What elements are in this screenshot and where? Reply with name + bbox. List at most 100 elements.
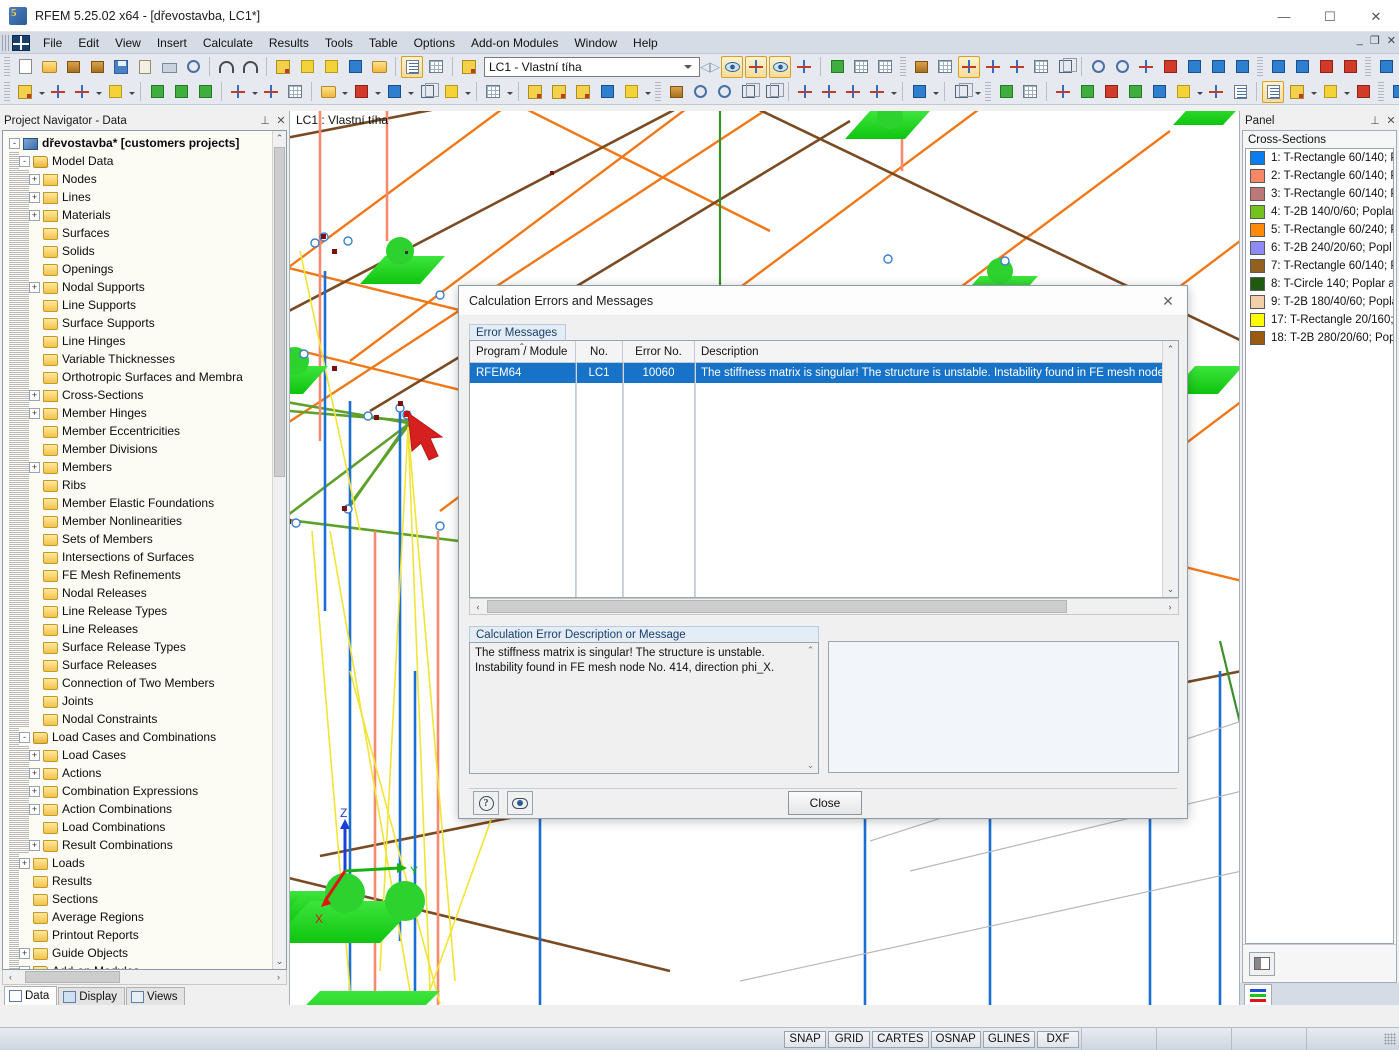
tree-item-actions[interactable]: + Actions [9, 764, 286, 782]
info-button[interactable] [1183, 56, 1205, 78]
tree-expander[interactable]: + [29, 785, 40, 797]
view-in-y-button[interactable] [818, 81, 840, 103]
tree-item-result-combinations[interactable]: + Result Combinations [9, 836, 286, 854]
error-description-box[interactable]: The stiffness matrix is singular! The st… [469, 642, 819, 774]
tree-item-load-combinations[interactable]: Load Combinations [9, 818, 286, 836]
tree-item-line-supports[interactable]: Line Supports [9, 296, 286, 314]
result-section-button[interactable] [1148, 81, 1170, 103]
tree-item-solids[interactable]: Solids [9, 242, 286, 260]
window-tile-button[interactable] [1388, 81, 1399, 103]
surface-load-button[interactable] [596, 81, 618, 103]
load-view-2-button[interactable] [1291, 56, 1313, 78]
cross-section-item[interactable]: 4: T-2B 140/0/60; Poplar [1246, 203, 1393, 221]
extrude-dropdown[interactable] [463, 81, 472, 103]
settings-button[interactable] [1207, 56, 1229, 78]
tree-item-surface-supports[interactable]: Surface Supports [9, 314, 286, 332]
ucs-button[interactable] [950, 81, 973, 103]
annotation-button[interactable] [260, 81, 282, 103]
tree-item-surface-releases[interactable]: Surface Releases [9, 656, 286, 674]
status-toggle-cartes[interactable]: CARTES [872, 1030, 929, 1048]
new-node-button[interactable] [14, 81, 36, 103]
tree-item-openings[interactable]: Openings [9, 260, 286, 278]
hscroll-left-button[interactable]: ‹ [3, 970, 18, 984]
view-in-x-button[interactable] [794, 81, 816, 103]
panel-pin-button[interactable]: ⊥ [1367, 114, 1383, 127]
minimize-button[interactable]: — [1261, 0, 1307, 32]
tree-item-member-elastic-foundations[interactable]: Member Elastic Foundations [9, 494, 286, 512]
new-solid-dropdown[interactable] [406, 81, 415, 103]
cross-section-item[interactable]: 2: T-Rectangle 60/140; P [1246, 167, 1393, 185]
color-scale-button[interactable] [1319, 81, 1341, 103]
resize-grip[interactable] [1384, 1033, 1396, 1045]
close-dialog-button[interactable]: Close [788, 791, 862, 815]
mirror-button[interactable] [1135, 56, 1157, 78]
tree-item-sets-of-members[interactable]: Sets of Members [9, 530, 286, 548]
menu-insert[interactable]: Insert [149, 34, 195, 52]
surface-results-button[interactable] [1076, 81, 1098, 103]
move-button[interactable] [482, 81, 504, 103]
cross-section-item[interactable]: 8: T-Circle 140; Poplar a [1246, 275, 1393, 293]
toolbar-grip[interactable] [985, 81, 991, 102]
maximize-button[interactable]: ☐ [1307, 0, 1353, 32]
wireframe-button[interactable] [934, 56, 956, 78]
new-member-button[interactable] [104, 81, 126, 103]
navigator-tree[interactable]: - dřevostavba* [customers projects] - Model… [2, 130, 287, 970]
new-line-2-button[interactable] [71, 81, 93, 103]
tree-expander[interactable]: + [29, 407, 40, 419]
status-toggle-snap[interactable]: SNAP [784, 1030, 827, 1048]
load-view-4-button[interactable] [1339, 56, 1361, 78]
new-opening-button[interactable] [350, 81, 372, 103]
tree-item-member-hinges[interactable]: + Member Hinges [9, 404, 286, 422]
tree-item-load-cases-and-combinations[interactable]: - Load Cases and Combinations [9, 728, 286, 746]
grid-table-button[interactable] [425, 56, 447, 78]
view-preset-1-button[interactable] [1375, 56, 1397, 78]
error-details-empty-box[interactable] [828, 641, 1179, 773]
tree-expander[interactable]: + [29, 281, 40, 293]
errors-table[interactable]: ⌃ Program / Module No. Error No. Descrip… [469, 340, 1179, 598]
col-program-module[interactable]: ⌃ Program / Module [470, 341, 576, 362]
extrude-button[interactable] [440, 81, 462, 103]
result-table-button[interactable] [1229, 81, 1251, 103]
table-scroll-down-button[interactable]: ⌄ [1163, 581, 1178, 597]
tree-item-intersections-of-surfaces[interactable]: Intersections of Surfaces [9, 548, 286, 566]
tree-expander[interactable]: + [29, 389, 40, 401]
mesh-settings-button[interactable] [874, 56, 896, 78]
model-render-button[interactable] [910, 56, 932, 78]
description-scroll-down[interactable]: ⌄ [803, 758, 818, 773]
new-line-button[interactable] [47, 81, 69, 103]
status-toggle-grid[interactable]: GRID [828, 1030, 871, 1048]
navigator-vertical-scrollbar[interactable]: ⌃ ⌄ [272, 131, 286, 969]
menu-edit[interactable]: Edit [70, 34, 107, 52]
tree-item-joints[interactable]: Joints [9, 692, 286, 710]
description-scrollbar[interactable]: ⌃ ⌄ [803, 643, 818, 773]
tree-item-sections[interactable]: Sections [9, 890, 286, 908]
tree-item-model-data[interactable]: - Model Data [9, 152, 286, 170]
errors-table-hscrollbar[interactable]: ‹ › [469, 598, 1179, 615]
line-load-button[interactable] [548, 81, 570, 103]
dimension-button[interactable] [227, 81, 249, 103]
menu-table[interactable]: Table [361, 34, 406, 52]
cross-section-item[interactable]: 18: T-2B 280/20/60; Pop [1246, 329, 1393, 347]
connect-members-button[interactable] [1087, 56, 1109, 78]
help-button[interactable]: ? [473, 791, 499, 815]
tree-expander[interactable]: - [9, 137, 20, 149]
measure-button[interactable] [1352, 81, 1374, 103]
scroll-up-button[interactable]: ⌃ [273, 131, 286, 146]
menu-calculate[interactable]: Calculate [195, 34, 261, 52]
navigator-horizontal-scrollbar[interactable]: ‹ › [2, 970, 287, 985]
mdi-close-button[interactable]: ✕ [1387, 34, 1396, 47]
open-model-button[interactable] [86, 56, 108, 78]
mesh-button[interactable] [850, 56, 872, 78]
menu-addon-modules[interactable]: Add-on Modules [463, 34, 566, 52]
cross-section-item[interactable]: 5: T-Rectangle 60/240; P [1246, 221, 1393, 239]
nodal-support-button[interactable] [146, 81, 168, 103]
tables-toggle-button[interactable] [401, 55, 423, 78]
view-in-z-button[interactable] [842, 81, 864, 103]
deformation-button[interactable] [995, 81, 1017, 103]
load-distribution-button[interactable] [793, 56, 815, 78]
zoom-in-button[interactable] [689, 81, 711, 103]
col-description[interactable]: Description [695, 341, 1178, 362]
errors-table-vscrollbar[interactable]: ⌃ ⌄ [1162, 341, 1178, 597]
panel-legend-button[interactable] [1249, 951, 1275, 976]
tree-expander[interactable]: + [29, 749, 40, 761]
